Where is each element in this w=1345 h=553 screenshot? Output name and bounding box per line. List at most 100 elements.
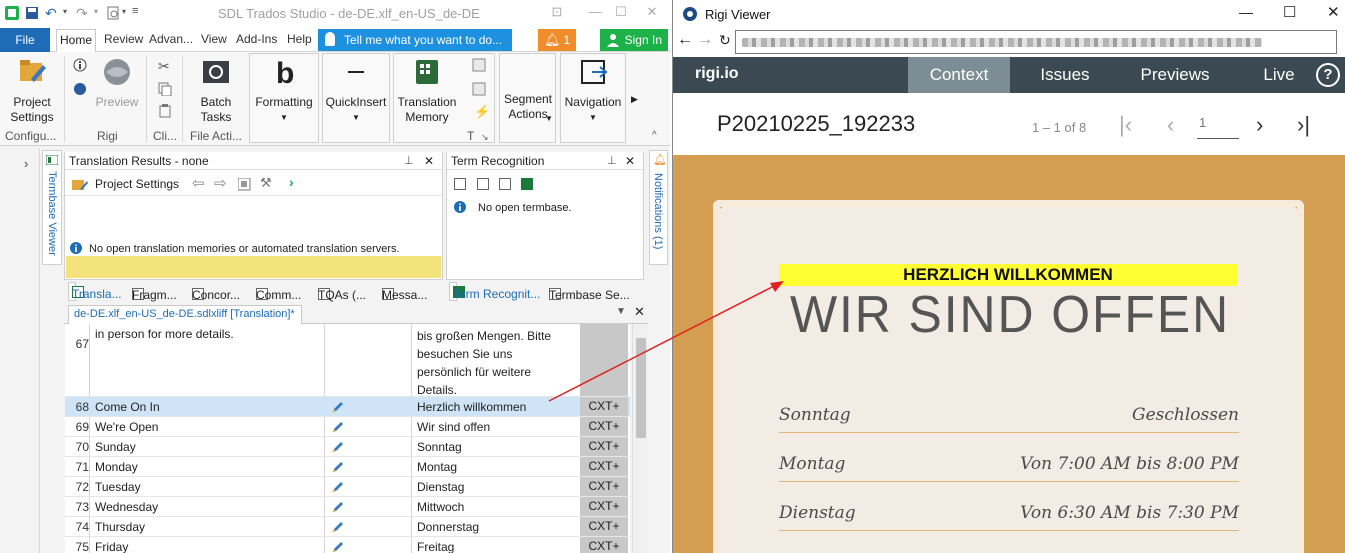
target-text[interactable]: Wir sind offen [417, 420, 490, 434]
ribbon-scroll-right-icon[interactable]: ▶ [631, 94, 638, 105]
apply-tm-icon[interactable] [472, 58, 486, 72]
minimize-icon[interactable]: — [586, 4, 604, 22]
tab-help[interactable]: Help [287, 32, 312, 46]
customize-qat-icon[interactable]: ≡ [132, 5, 138, 17]
minimize-icon[interactable]: — [1239, 4, 1253, 20]
tab-issues[interactable]: Issues [1023, 57, 1107, 93]
maximize-icon[interactable]: ☐ [1283, 3, 1296, 21]
tab-live[interactable]: Live [1251, 57, 1307, 93]
tab-home[interactable]: Home [56, 29, 96, 52]
sign-in-button[interactable]: Sign In [600, 29, 668, 51]
translation-memory-button[interactable]: Translation Memory [395, 57, 459, 125]
quickinsert-button[interactable]: QuickInsert ▼ [324, 57, 388, 125]
target-text[interactable]: Montag [417, 460, 457, 474]
hours-row[interactable]: Dienstag Von 6:30 AM bis 7:30 PM [779, 501, 1239, 531]
close-pane-icon[interactable]: ✕ [625, 152, 635, 170]
table-row[interactable]: 73 Wednesday Mittwoch CXT+ [65, 497, 630, 517]
notifications-side-tab[interactable]: 🔔︎ Notifications (1) [649, 150, 668, 265]
navigation-button[interactable]: Navigation ▼ [561, 57, 625, 125]
headline[interactable]: WIR SIND OFFEN [789, 285, 1231, 345]
collapse-ribbon-icon[interactable]: ^ [652, 130, 657, 141]
save-icon[interactable] [25, 6, 39, 20]
undo-dropdown-icon[interactable]: ▾ [63, 7, 67, 16]
pin-icon[interactable]: ⊥ [607, 152, 617, 170]
target-text[interactable]: Herzlich willkommen [417, 400, 526, 414]
table-row[interactable]: 68 Come On In Herzlich willkommen CXT+ [65, 397, 630, 417]
welcome-banner[interactable]: HERZLICH WILLKOMMEN [779, 264, 1237, 286]
play-icon[interactable]: › [289, 174, 294, 190]
close-icon[interactable]: ✕ [1327, 3, 1340, 21]
termbase-viewer-side-tab[interactable]: Termbase Viewer [42, 150, 62, 265]
reload-icon[interactable]: ↻ [719, 32, 731, 49]
arrow-left-icon[interactable]: ⇦ [192, 174, 205, 192]
target-text[interactable]: Sonntag [417, 440, 462, 454]
notifications-button[interactable]: 🔔︎ 1 [538, 29, 576, 51]
tab-add-ins[interactable]: Add-Ins [236, 32, 277, 46]
project-settings-button[interactable]: Project Settings [6, 57, 58, 125]
tab-file[interactable]: File [0, 28, 50, 52]
target-text[interactable]: Freitag [417, 540, 454, 553]
hours-row[interactable]: Montag Von 7:00 AM bis 8:00 PM [779, 452, 1239, 482]
close-pane-icon[interactable]: ✕ [424, 152, 434, 170]
document-tab[interactable]: de-DE.xlf_en-US_de-DE.sdlxliff [Translat… [68, 305, 302, 324]
group-launcher-icon[interactable]: ↘ [481, 132, 489, 143]
table-row[interactable]: 70 Sunday Sonntag CXT+ [65, 437, 630, 457]
tab-translation-results[interactable]: Transla... [68, 282, 122, 301]
tab-view[interactable]: View [201, 32, 227, 46]
table-row[interactable]: 74 Thursday Donnerstag CXT+ [65, 517, 630, 537]
add-to-tm-icon[interactable] [238, 178, 252, 191]
print-preview-icon[interactable] [106, 6, 120, 20]
termbase-search-icon[interactable] [454, 178, 466, 190]
target-text[interactable]: Donnerstag [417, 520, 479, 534]
tab-review[interactable]: Review [104, 32, 143, 46]
table-row[interactable]: 71 Monday Montag CXT+ [65, 457, 630, 477]
pp-dropdown-icon[interactable]: ▾ [122, 7, 126, 16]
table-row[interactable]: 67 in person for more details. bis großen … [65, 324, 630, 397]
close-icon[interactable]: ✕ [643, 4, 661, 22]
table-row[interactable]: 72 Tuesday Dienstag CXT+ [65, 477, 630, 497]
pin-icon[interactable]: ⊥ [404, 152, 414, 170]
copy-icon[interactable] [158, 82, 172, 96]
tell-me-search[interactable]: Tell me what you want to do... [318, 29, 512, 51]
table-row[interactable]: 75 Friday Freitag CXT+ [65, 537, 630, 553]
rigi-small-icon[interactable] [73, 82, 87, 96]
redo-dropdown-icon[interactable]: ▾ [94, 7, 98, 16]
table-row[interactable]: 69 We're Open Wir sind offen CXT+ [65, 417, 630, 437]
quick-add-term-icon[interactable] [499, 178, 511, 190]
formatting-button[interactable]: b Formatting ▼ [252, 57, 316, 125]
redo-icon[interactable]: ↷ [76, 5, 88, 22]
close-document-icon[interactable]: ✕ [634, 304, 645, 320]
tab-previews[interactable]: Previews [1125, 57, 1225, 93]
settings-tools-icon[interactable]: ⚒ [260, 175, 272, 191]
hours-row[interactable]: Sonntag Geschlossen [779, 403, 1239, 433]
target-text[interactable]: Dienstag [417, 480, 464, 494]
paste-icon[interactable] [158, 104, 172, 118]
target-text[interactable]: bis großen Mengen. Bitte besuchen Sie un… [417, 327, 551, 399]
expand-navigation-icon[interactable]: › [24, 156, 28, 171]
next-page-icon[interactable]: › [1256, 112, 1263, 138]
editor-scrollbar[interactable] [632, 324, 648, 553]
tab-term-recognition[interactable]: Term Recognit... [449, 282, 540, 301]
back-icon[interactable]: ← [677, 31, 693, 49]
tab-advanced[interactable]: Advan... [149, 32, 193, 46]
batch-tasks-button[interactable]: Batch Tasks [190, 57, 242, 125]
prev-page-icon[interactable]: ‹ [1167, 112, 1174, 138]
info-icon[interactable] [73, 58, 87, 72]
target-text[interactable]: Mittwoch [417, 500, 464, 514]
first-page-icon[interactable]: |‹ [1119, 112, 1132, 138]
undo-icon[interactable]: ↶ [45, 5, 57, 22]
ribbon-display-icon[interactable]: ⊡ [548, 4, 566, 22]
concordance-icon[interactable] [472, 82, 486, 96]
editor-scrollbar-thumb[interactable] [636, 338, 646, 438]
az-termbase-icon[interactable] [521, 178, 533, 190]
add-term-icon[interactable] [477, 178, 489, 190]
forward-icon[interactable]: → [697, 31, 713, 49]
arrow-right-icon[interactable]: ⇨ [214, 174, 227, 192]
maximize-icon[interactable]: ☐ [612, 4, 630, 22]
cut-icon[interactable]: ✂ [158, 58, 170, 75]
preview-button[interactable]: Preview [94, 57, 140, 110]
url-field[interactable] [735, 30, 1337, 54]
doc-tabs-dropdown-icon[interactable]: ▼ [616, 306, 626, 317]
segment-actions-button[interactable]: Segment Actions ▼ [500, 92, 556, 123]
last-page-icon[interactable]: ›| [1297, 112, 1310, 138]
